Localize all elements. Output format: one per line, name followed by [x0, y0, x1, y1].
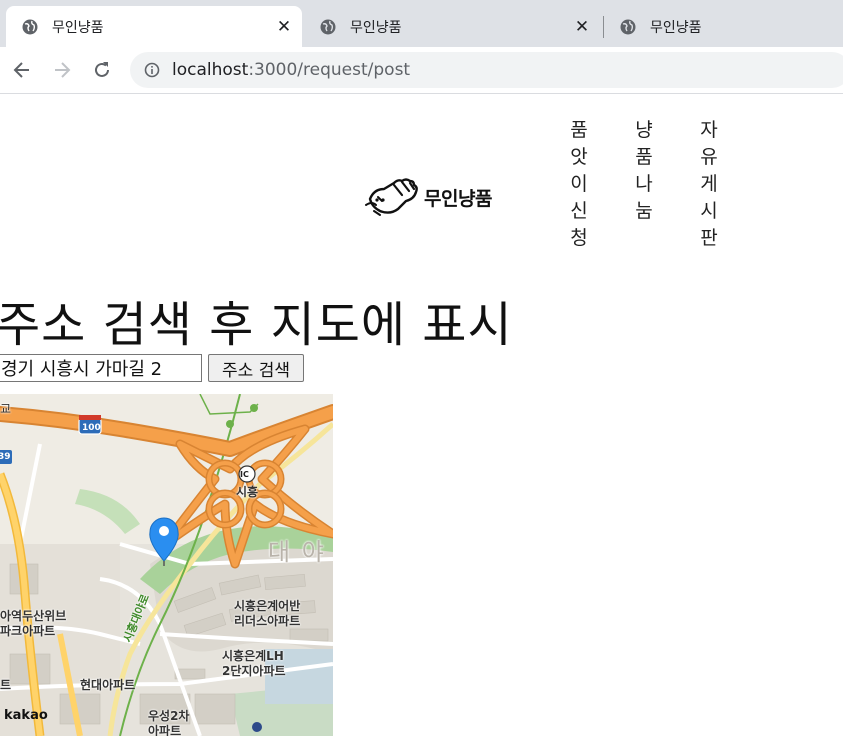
nav-item-pumasi[interactable]: 품앗이신청 [568, 117, 590, 252]
tab-title: 무인냥품 [52, 19, 104, 36]
apartment-label: 아파트 [148, 724, 182, 736]
globe-icon [320, 19, 336, 34]
apartment-label: 시흥은계어반 [234, 599, 301, 613]
highway-number-label: 100 [82, 423, 101, 433]
browser-toolbar: localhost:3000/request/post [0, 47, 843, 94]
apartment-label: 아역두산위브 [0, 609, 67, 623]
info-icon[interactable] [144, 62, 160, 78]
site-logo[interactable]: 무인냥품 [364, 173, 514, 221]
ic-name-label: 시흥 [236, 485, 259, 499]
nav-item-free-board[interactable]: 자유게시판 [698, 117, 720, 252]
forward-arrow-icon [55, 62, 71, 78]
tab-title: 무인냥품 [650, 19, 702, 36]
map-edge-label: 트 [0, 678, 12, 692]
globe-icon [22, 19, 38, 34]
close-tab-icon[interactable]: ✕ [274, 17, 294, 37]
address-search-button[interactable]: 주소 검색 [208, 354, 304, 382]
route-number-label: 39 [0, 452, 11, 462]
nav-item-sharing[interactable]: 냥품나눔 [633, 117, 655, 225]
apartment-label: 현대아파트 [80, 678, 136, 692]
globe-icon [620, 19, 636, 34]
apartment-label: 2단지아파트 [222, 664, 286, 678]
url-text: localhost:3000/request/post [172, 60, 410, 80]
cat-paw-logo-icon [365, 178, 418, 216]
ic-badge-label: IC [240, 470, 249, 479]
kakao-map-logo[interactable]: kakao [4, 708, 48, 723]
close-tab-icon[interactable]: ✕ [572, 17, 592, 37]
page-content: 무인냥품 품앗이신청 냥품나눔 자유게시판 주소 검색 후 지도에 표시 주소 … [0, 95, 843, 736]
reload-icon [95, 62, 109, 77]
back-button[interactable] [9, 57, 35, 83]
apartment-label: 리더스아파트 [234, 614, 301, 628]
browser-tab-2[interactable]: 무인냥품 ✕ [304, 6, 600, 47]
forward-button[interactable] [49, 57, 75, 83]
page-title: 주소 검색 후 지도에 표시 [0, 297, 513, 353]
address-input[interactable] [0, 354, 202, 382]
apartment-label: 시흥은계LH [222, 649, 284, 663]
apartment-label: 우성2차 [148, 709, 190, 723]
kakao-map[interactable]: IC 시흥 100 39 대 야 시흥대야로 시흥은계어반 리더스아파트 시흥은… [0, 394, 333, 736]
browser-tab-3[interactable]: 무인냥품 [604, 6, 843, 47]
back-arrow-icon [13, 62, 29, 78]
tab-bar: 무인냥품 ✕ 무인냥품 ✕ 무인냥품 [0, 0, 843, 47]
browser-tab-1[interactable]: 무인냥품 ✕ [6, 6, 302, 47]
reload-button[interactable] [89, 57, 115, 83]
url-host: localhost [172, 60, 249, 80]
apartment-label: 파크아파트 [0, 624, 56, 638]
url-path: :3000/request/post [248, 60, 411, 80]
logo-text: 무인냥품 [424, 187, 492, 210]
map-edge-label: 교 [0, 402, 12, 416]
area-name-label: 대 야 [268, 538, 326, 566]
address-bar[interactable]: localhost:3000/request/post [130, 52, 843, 88]
tab-title: 무인냥품 [350, 19, 402, 36]
